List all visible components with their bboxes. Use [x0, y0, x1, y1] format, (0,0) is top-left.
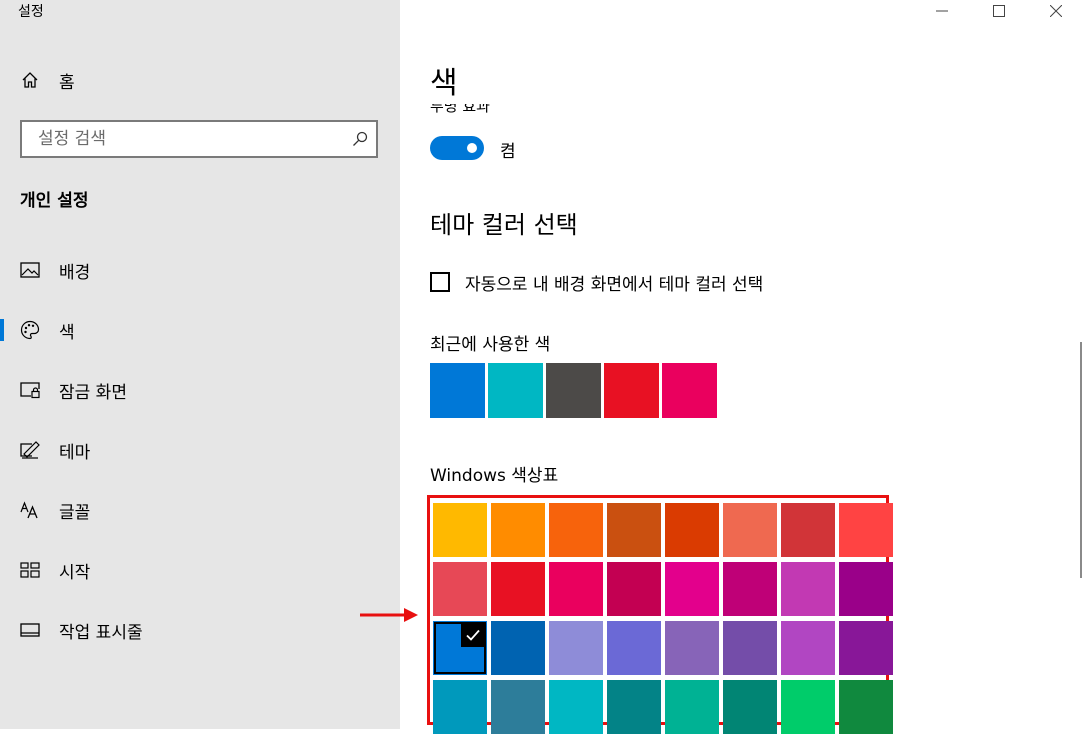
sidebar-item-theme[interactable]: 테마 [0, 430, 400, 470]
palette-color-swatch[interactable] [781, 562, 835, 616]
minimize-button[interactable] [919, 0, 965, 22]
palette-color-swatch[interactable] [549, 680, 603, 734]
checkmark-icon [461, 623, 485, 647]
sidebar-item-label: 잠금 화면 [59, 382, 127, 403]
palette-color-swatch[interactable] [781, 503, 835, 557]
home-icon [20, 71, 40, 89]
palette-color-swatch[interactable] [665, 562, 719, 616]
search-icon[interactable] [352, 131, 368, 147]
palette-icon [20, 320, 40, 340]
sidebar-item-label: 시작 [59, 562, 91, 583]
palette-color-swatch[interactable] [491, 621, 545, 675]
main-panel: 색 투명 효과 켬 테마 컬러 선택 자동으로 내 배경 화면에서 테마 컬러 … [400, 0, 1084, 734]
auto-pick-label: 자동으로 내 배경 화면에서 테마 컬러 선택 [465, 275, 764, 295]
scrollbar[interactable] [1080, 342, 1082, 578]
sidebar-item-lock-screen[interactable]: 잠금 화면 [0, 370, 400, 410]
palette-color-swatch[interactable] [665, 680, 719, 734]
auto-pick-checkbox[interactable] [430, 272, 450, 292]
sidebar-item-label: 색 [59, 322, 75, 343]
taskbar-icon [20, 621, 40, 639]
close-icon [1050, 5, 1062, 17]
theme-brush-icon [20, 441, 40, 459]
palette-color-swatch[interactable] [723, 680, 777, 734]
sidebar-item-color[interactable]: 색 [0, 310, 400, 350]
maximize-button[interactable] [976, 0, 1022, 22]
recent-color-swatch[interactable] [604, 363, 659, 418]
font-icon [20, 501, 40, 519]
sidebar-item-label: 배경 [59, 262, 91, 283]
start-menu-icon [20, 561, 40, 579]
toggle-knob [467, 143, 477, 153]
sidebar-item-start[interactable]: 시작 [0, 550, 400, 590]
theme-color-heading: 테마 컬러 선택 [430, 211, 578, 239]
palette-color-swatch[interactable] [607, 503, 661, 557]
palette-color-swatch[interactable] [491, 680, 545, 734]
palette-color-swatch[interactable] [549, 562, 603, 616]
picture-icon [20, 261, 40, 279]
sidebar-item-home[interactable]: 홈 [0, 60, 400, 100]
recent-color-swatch[interactable] [662, 363, 717, 418]
close-button[interactable] [1033, 0, 1079, 22]
search-box[interactable] [20, 120, 378, 158]
transparency-label: 투명 효과 [430, 104, 490, 116]
recent-color-swatch[interactable] [430, 363, 485, 418]
palette-color-swatch[interactable] [665, 621, 719, 675]
palette-color-swatch[interactable] [723, 562, 777, 616]
palette-color-swatch[interactable] [549, 621, 603, 675]
palette-color-swatch[interactable] [781, 621, 835, 675]
search-input[interactable] [22, 122, 348, 156]
recent-colors-heading: 최근에 사용한 색 [430, 335, 551, 355]
palette-color-swatch[interactable] [607, 562, 661, 616]
maximize-icon [993, 5, 1005, 17]
palette-color-swatch[interactable] [549, 503, 603, 557]
toggle-state-label: 켬 [500, 142, 516, 162]
sidebar-item-label: 작업 표시줄 [59, 622, 143, 643]
sidebar-item-taskbar[interactable]: 작업 표시줄 [0, 610, 400, 650]
palette-color-swatch[interactable] [723, 621, 777, 675]
sidebar-item-label: 글꼴 [59, 502, 91, 523]
transparency-label-text: 투명 효과 [430, 104, 490, 115]
palette-heading: Windows 색상표 [430, 466, 559, 486]
palette-color-swatch[interactable] [781, 680, 835, 734]
sidebar: 설정 홈 개인 설정 배경 색 잠금 화면 테마 [0, 0, 400, 729]
palette-color-swatch[interactable] [433, 562, 487, 616]
palette-color-swatch[interactable] [433, 680, 487, 734]
sidebar-item-label: 테마 [59, 442, 91, 463]
minimize-icon [936, 10, 948, 12]
palette-color-swatch[interactable] [607, 680, 661, 734]
palette-color-swatch[interactable] [491, 503, 545, 557]
palette-color-swatch[interactable] [723, 503, 777, 557]
lock-screen-icon [20, 381, 40, 399]
sidebar-item-fonts[interactable]: 글꼴 [0, 490, 400, 530]
app-title: 설정 [18, 4, 44, 20]
sidebar-item-label: 홈 [59, 72, 75, 93]
palette-color-swatch[interactable] [839, 562, 893, 616]
sidebar-item-background[interactable]: 배경 [0, 250, 400, 290]
section-heading: 개인 설정 [20, 191, 89, 211]
pointer-arrow-icon [360, 608, 418, 622]
palette-color-swatch[interactable] [607, 621, 661, 675]
recent-color-swatch[interactable] [488, 363, 543, 418]
recent-color-swatch[interactable] [546, 363, 601, 418]
page-title: 색 [430, 66, 458, 101]
palette-color-swatch[interactable] [839, 680, 893, 734]
palette-color-swatch[interactable] [839, 503, 893, 557]
palette-color-swatch[interactable] [433, 503, 487, 557]
palette-color-swatch[interactable] [665, 503, 719, 557]
palette-color-swatch[interactable] [491, 562, 545, 616]
palette-color-swatch[interactable] [433, 621, 487, 675]
transparency-toggle[interactable] [430, 136, 484, 160]
palette-color-swatch[interactable] [839, 621, 893, 675]
